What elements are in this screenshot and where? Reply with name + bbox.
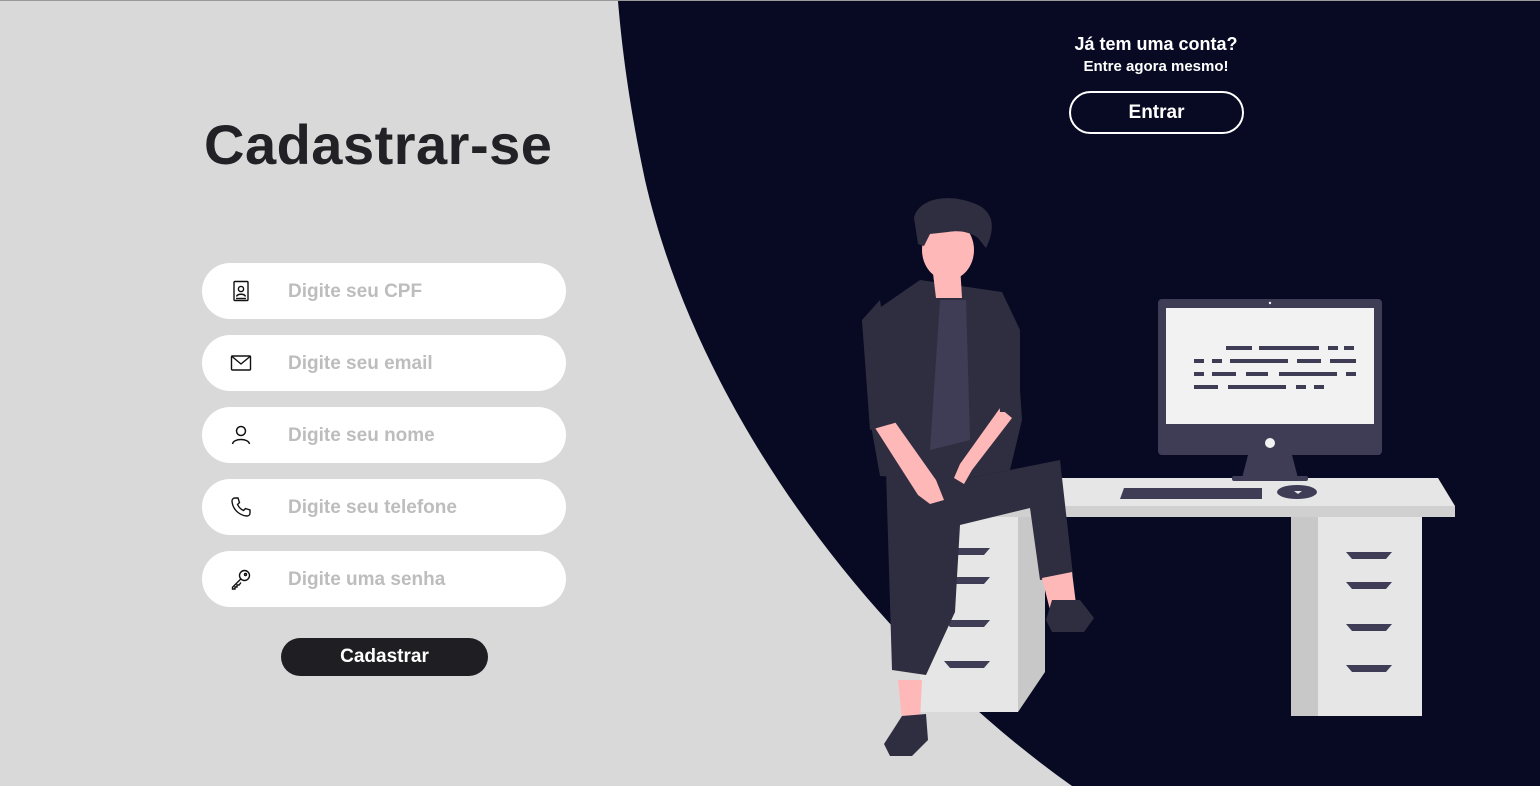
login-button[interactable]: Entrar (1069, 91, 1244, 134)
cpf-field[interactable] (202, 263, 566, 319)
id-card-icon (233, 280, 249, 302)
cpf-input[interactable] (286, 271, 550, 313)
email-field[interactable] (202, 335, 566, 391)
person-at-desk-illustration (862, 198, 1455, 756)
signup-button[interactable]: Cadastrar (281, 638, 488, 676)
password-field[interactable] (202, 551, 566, 607)
page-title: Cadastrar-se (204, 113, 553, 176)
mail-icon (230, 355, 252, 371)
email-input[interactable] (286, 343, 550, 385)
key-icon (231, 569, 251, 590)
name-field[interactable] (202, 407, 566, 463)
phone-icon (231, 497, 251, 517)
name-input[interactable] (286, 415, 550, 457)
login-question: Já tem uma conta? (1074, 34, 1238, 54)
password-input[interactable] (286, 559, 550, 601)
login-subtitle: Entre agora mesmo! (1083, 58, 1229, 75)
user-icon (231, 425, 251, 445)
phone-input[interactable] (286, 487, 550, 529)
phone-field[interactable] (202, 479, 566, 535)
